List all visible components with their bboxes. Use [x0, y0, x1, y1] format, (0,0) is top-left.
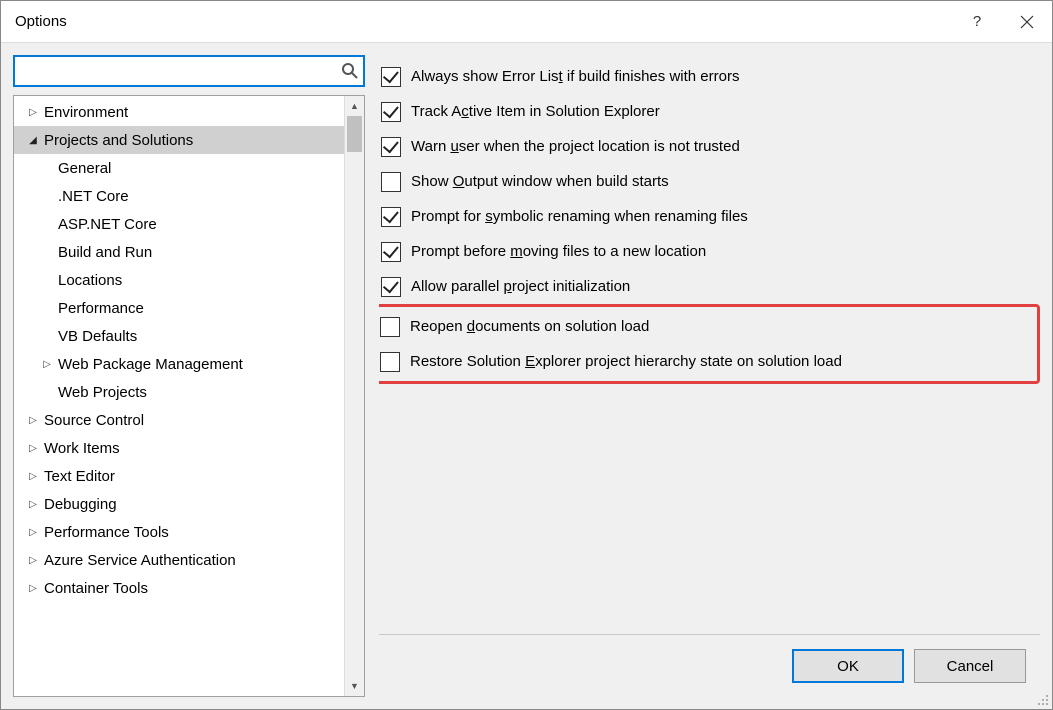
tree-item-label: Text Editor [44, 468, 115, 485]
tree-item[interactable]: ▷ Azure Service Authentication [14, 546, 344, 574]
tree-item[interactable]: ◢ Projects and Solutions [14, 126, 344, 154]
tree-item[interactable]: Web Projects [14, 378, 344, 406]
option-label[interactable]: Warn user when the project location is n… [411, 138, 740, 155]
tree-item-label: Source Control [44, 412, 144, 429]
tree-item[interactable]: Locations [14, 266, 344, 294]
tree-item[interactable]: .NET Core [14, 182, 344, 210]
tree-item-label: Work Items [44, 440, 120, 457]
chevron-right-icon[interactable]: ▷ [26, 107, 40, 118]
option-row: Warn user when the project location is n… [379, 129, 1040, 164]
tree-wrap: ▷ Environment ◢ Projects and Solutions Gener… [13, 95, 365, 697]
option-label[interactable]: Show Output window when build starts [411, 173, 669, 190]
option-row: Allow parallel project initialization [379, 269, 1040, 304]
tree-item-label: Web Package Management [58, 356, 243, 373]
button-bar: OK Cancel [379, 635, 1040, 697]
tree-item[interactable]: VB Defaults [14, 322, 344, 350]
option-row: Prompt before moving files to a new loca… [379, 234, 1040, 269]
main-area: ▷ Environment ◢ Projects and Solutions Gener… [1, 43, 1052, 709]
tree-item[interactable]: General [14, 154, 344, 182]
option-label[interactable]: Prompt for symbolic renaming when renami… [411, 208, 748, 225]
cancel-button[interactable]: Cancel [914, 649, 1026, 683]
tree-item[interactable]: ▷ Debugging [14, 490, 344, 518]
scroll-thumb[interactable] [347, 116, 362, 152]
option-row: Prompt for symbolic renaming when renami… [379, 199, 1040, 234]
options-dialog: Options ? ▷ Environment ◢ Projects and Solu… [0, 0, 1053, 710]
tree-item[interactable]: ▷ Work Items [14, 434, 344, 462]
checkbox[interactable] [381, 102, 401, 122]
option-label[interactable]: Allow parallel project initialization [411, 278, 630, 295]
chevron-right-icon[interactable]: ▷ [40, 359, 54, 370]
highlight-box: Reopen documents on solution load Restore… [379, 304, 1040, 384]
search-input[interactable] [13, 55, 365, 87]
tree-item-label: General [58, 160, 111, 177]
option-row: Show Output window when build starts [379, 164, 1040, 199]
checkbox[interactable] [381, 172, 401, 192]
resize-grip-icon[interactable] [1035, 692, 1049, 706]
tree-item-label: Performance [58, 300, 144, 317]
tree-item-label: Performance Tools [44, 524, 169, 541]
option-label[interactable]: Prompt before moving files to a new loca… [411, 243, 706, 260]
tree-item-label: Projects and Solutions [44, 132, 193, 149]
tree-item-label: Build and Run [58, 244, 152, 261]
tree-item-label: VB Defaults [58, 328, 137, 345]
options-tree[interactable]: ▷ Environment ◢ Projects and Solutions Gener… [14, 96, 344, 696]
checkbox[interactable] [381, 242, 401, 262]
tree-item-label: Environment [44, 104, 128, 121]
option-label[interactable]: Reopen documents on solution load [410, 318, 649, 335]
tree-item[interactable]: Build and Run [14, 238, 344, 266]
checkbox[interactable] [381, 67, 401, 87]
scroll-up-button[interactable]: ▲ [345, 96, 364, 116]
chevron-right-icon[interactable]: ▷ [26, 471, 40, 482]
tree-item[interactable]: ASP.NET Core [14, 210, 344, 238]
options-list: Always show Error List if build finishes… [379, 59, 1040, 628]
scroll-down-button[interactable]: ▼ [345, 676, 364, 696]
option-row: Reopen documents on solution load [379, 309, 1033, 344]
chevron-right-icon[interactable]: ▷ [26, 527, 40, 538]
tree-scrollbar[interactable]: ▲ ▼ [344, 96, 364, 696]
tree-item-label: Locations [58, 272, 122, 289]
chevron-down-icon[interactable]: ◢ [26, 135, 40, 146]
tree-item[interactable]: ▷ Performance Tools [14, 518, 344, 546]
chevron-right-icon[interactable]: ▷ [26, 555, 40, 566]
tree-item[interactable]: ▷ Container Tools [14, 574, 344, 602]
tree-item[interactable]: ▷ Web Package Management [14, 350, 344, 378]
window-title: Options [15, 13, 952, 30]
option-row: Restore Solution Explorer project hierar… [379, 344, 1033, 379]
tree-item[interactable]: ▷ Source Control [14, 406, 344, 434]
tree-item[interactable]: ▷ Text Editor [14, 462, 344, 490]
help-button[interactable]: ? [952, 1, 1002, 43]
checkbox[interactable] [380, 352, 400, 372]
chevron-right-icon[interactable]: ▷ [26, 583, 40, 594]
checkbox[interactable] [381, 137, 401, 157]
search-wrap [13, 55, 365, 87]
scroll-track[interactable] [345, 116, 364, 676]
option-label[interactable]: Restore Solution Explorer project hierar… [410, 353, 842, 370]
chevron-right-icon[interactable]: ▷ [26, 415, 40, 426]
tree-item-label: Container Tools [44, 580, 148, 597]
close-icon [1020, 15, 1034, 29]
chevron-right-icon[interactable]: ▷ [26, 499, 40, 510]
titlebar: Options ? [1, 1, 1052, 43]
right-panel: Always show Error List if build finishes… [379, 55, 1040, 697]
option-row: Track Active Item in Solution Explorer [379, 94, 1040, 129]
ok-button[interactable]: OK [792, 649, 904, 683]
checkbox[interactable] [381, 207, 401, 227]
close-button[interactable] [1002, 1, 1052, 43]
checkbox[interactable] [381, 277, 401, 297]
tree-item-label: Debugging [44, 496, 117, 513]
tree-item-label: .NET Core [58, 188, 129, 205]
tree-item[interactable]: ▷ Environment [14, 98, 344, 126]
checkbox[interactable] [380, 317, 400, 337]
tree-item-label: ASP.NET Core [58, 216, 157, 233]
tree-item[interactable]: Performance [14, 294, 344, 322]
left-panel: ▷ Environment ◢ Projects and Solutions Gener… [13, 55, 365, 697]
option-row: Always show Error List if build finishes… [379, 59, 1040, 94]
chevron-right-icon[interactable]: ▷ [26, 443, 40, 454]
tree-item-label: Azure Service Authentication [44, 552, 236, 569]
option-label[interactable]: Track Active Item in Solution Explorer [411, 103, 660, 120]
option-label[interactable]: Always show Error List if build finishes… [411, 68, 739, 85]
tree-item-label: Web Projects [58, 384, 147, 401]
